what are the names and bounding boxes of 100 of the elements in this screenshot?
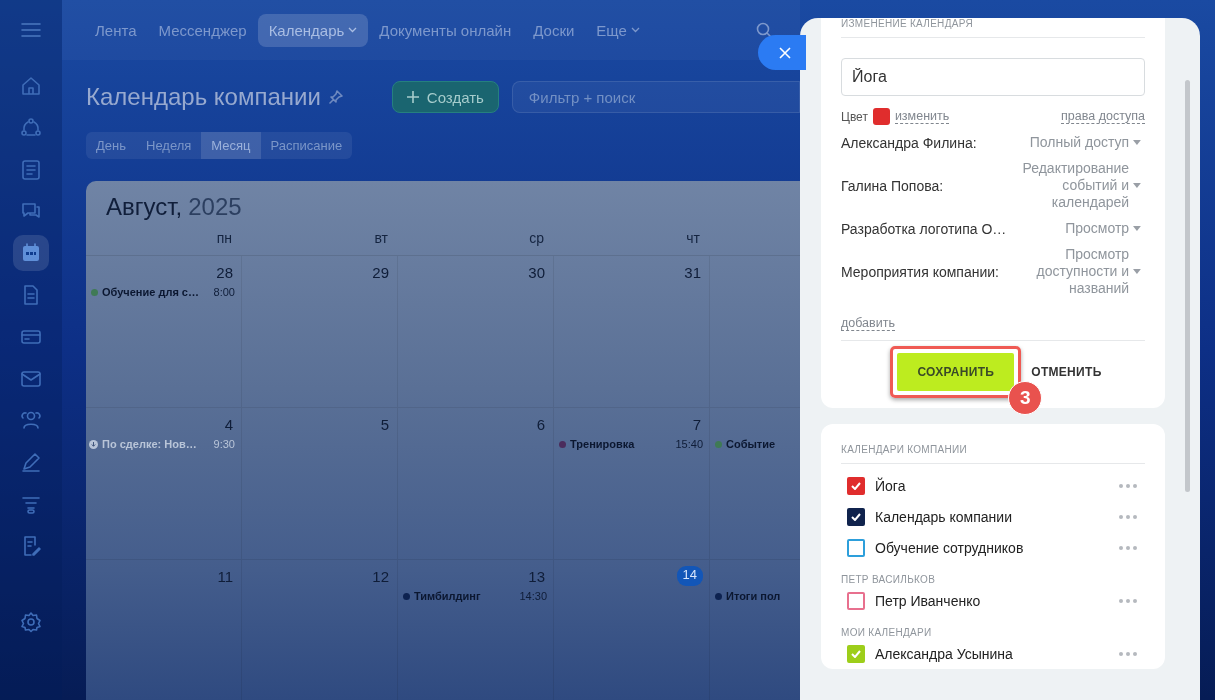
day-cell[interactable]: 11 [86,560,242,700]
save-button[interactable]: СОХРАНИТЬ [897,353,1015,391]
access-level-dropdown[interactable]: Полный доступ [1011,134,1141,151]
caret-down-icon [1133,226,1141,231]
pin-icon[interactable] [328,90,343,104]
calendar-checkbox[interactable] [847,591,865,610]
caret-down-icon [1133,269,1141,274]
group-heading: МОИ КАЛЕНДАРИ [841,627,933,638]
caret-down-icon [1133,183,1141,188]
day-cell[interactable]: 5 [242,408,398,560]
access-level-dropdown[interactable]: Просмотр [1011,220,1141,237]
page-title: Календарь компании [86,83,321,111]
menu-icon[interactable] [20,22,42,38]
nav-tab[interactable]: Документы онлайн [368,13,523,47]
calendar-event[interactable]: Обучение для с… 8:00 [89,285,235,300]
calendar-name-field[interactable]: Йога [841,58,1145,96]
month-label: Август, [106,193,183,222]
more-icon[interactable] [1119,651,1137,656]
group-heading: ПЕТР ВАСИЛЬКОВ [841,574,937,585]
weekday-label: вт [374,230,388,246]
day-number: 29 [372,264,390,282]
calendar-checkbox[interactable] [847,476,865,495]
weekday-label: чт [686,230,700,246]
day-cell[interactable]: 4 По сделке: Нов… 9:30 [86,408,242,560]
create-button[interactable]: Создать [391,81,499,113]
change-color-link[interactable]: изменить [894,109,950,124]
day-cell[interactable]: 31 [554,256,710,408]
day-cell[interactable]: 28 Обучение для с… 8:00 [86,256,242,408]
calendar-event[interactable]: По сделке: Нов… 9:30 [89,437,235,452]
calendar-event[interactable]: Итоги пол [713,589,781,604]
settings-icon [20,610,42,633]
day-number: 11 [217,568,234,586]
checklist-icon [20,158,42,181]
more-icon[interactable] [1119,483,1137,488]
day-number: 28 [216,264,234,282]
day-cell[interactable]: 7 Тренировка 15:40 [554,408,710,560]
more-icon[interactable] [1119,514,1137,519]
calendar-event[interactable]: Событие [713,437,776,452]
step-badge: 3 [1008,381,1043,415]
calendar-name: Йога [875,477,906,494]
view-tab[interactable]: День [86,132,136,159]
calendar-checkbox[interactable] [847,644,865,663]
sidebar-item[interactable] [13,235,49,272]
more-icon[interactable] [1119,545,1137,550]
day-number: 4 [224,416,234,434]
cancel-button[interactable]: ОТМЕНИТЬ [1027,361,1106,383]
year-label: 2025 [188,193,242,222]
nav-tab[interactable]: Еще [585,13,651,47]
add-link[interactable]: добавить [841,316,895,331]
day-cell[interactable]: 12 [242,560,398,700]
download-circle-icon [89,440,98,449]
plus-icon [406,91,419,103]
calendar-name: Календарь компании [875,508,1012,525]
more-icon[interactable] [1119,598,1137,603]
view-tab[interactable]: Расписание [260,132,353,159]
color-label: Цвет [841,109,868,124]
access-name: Галина Попова: [841,177,944,194]
nav-tab[interactable]: Доски [522,13,586,47]
day-cell[interactable]: 29 [242,256,398,408]
section-heading: ИЗМЕНЕНИЕ КАЛЕНДАРЯ [841,18,1145,38]
day-cell[interactable]: 13 Тимбилдинг 14:30 [398,560,554,700]
close-button[interactable] [758,35,806,70]
day-number: 5 [380,416,390,434]
color-swatch[interactable] [872,108,890,125]
access-name: Александра Филина: [841,134,977,151]
day-cell[interactable]: 30 [398,256,554,408]
calendar-checkbox[interactable] [847,507,865,526]
view-tab[interactable]: Месяц [201,132,261,159]
scrollbar-thumb[interactable] [1185,80,1190,492]
calendar-name: Александра Усынина [875,645,1013,662]
search-icon[interactable] [756,22,772,38]
chevron-down-icon [630,27,640,33]
day-cell[interactable]: 6 [398,408,554,560]
access-level-dropdown[interactable]: Просмотр доступности и названий [1011,246,1141,297]
close-icon [779,46,791,59]
home-icon [20,75,42,97]
day-number: 31 [684,264,702,282]
day-cell[interactable]: 14 [554,560,710,700]
weekday-label: ср [529,230,544,246]
nav-tab[interactable]: Календарь [257,13,369,47]
day-number: 6 [536,416,546,434]
calendar-event[interactable]: Тимбилдинг 14:30 [401,589,547,604]
calendar-checkbox[interactable] [847,538,865,557]
day-number: 30 [528,264,546,282]
day-number: 12 [372,568,390,586]
nav-tab[interactable]: Мессенджер [147,13,258,47]
calendar-name: Обучение сотрудников [875,539,1024,556]
check-icon [851,481,861,490]
weekday-label: пн [216,230,232,246]
access-rights-link[interactable]: права доступа [1061,109,1145,124]
nav-tab[interactable]: Лента [84,13,148,47]
calendar-event[interactable]: Тренировка 15:40 [557,437,703,452]
caret-down-icon [1133,140,1141,145]
access-level-dropdown[interactable]: Редактирование событий и календарей [1011,160,1141,211]
people-icon [20,409,42,432]
check-icon [851,649,861,658]
chevron-down-icon [348,27,358,33]
view-tab[interactable]: Неделя [136,132,202,159]
check-icon [851,512,861,521]
pen-icon [20,451,42,474]
